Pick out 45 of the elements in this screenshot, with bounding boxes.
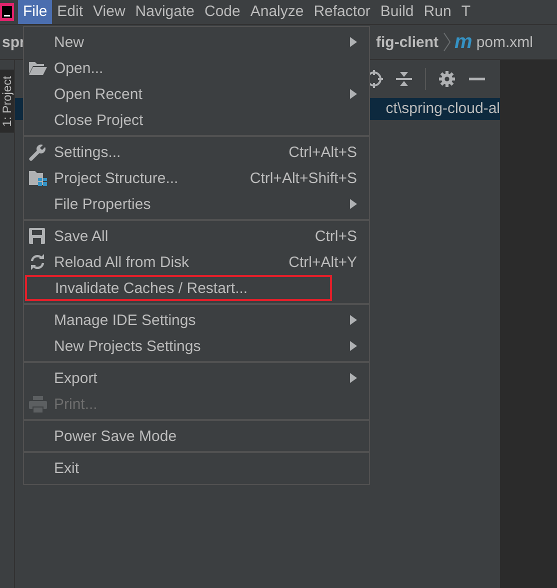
app-logo-icon[interactable] <box>0 3 14 21</box>
menu-bar-item[interactable]: Edit <box>52 0 88 24</box>
project-tool-tab[interactable]: 1: Project <box>0 70 14 133</box>
menu-item[interactable]: File Properties <box>24 191 369 217</box>
menu-item[interactable]: Close Project <box>24 107 369 133</box>
maven-file-icon: m <box>454 32 472 52</box>
menu-item[interactable]: Exit <box>24 455 369 481</box>
menu-item[interactable]: Manage IDE Settings <box>24 307 369 333</box>
menu-item[interactable]: Project Structure... Ctrl+Alt+Shift+S <box>24 165 369 191</box>
menu-bar-item[interactable]: Analyze <box>245 0 309 24</box>
submenu-arrow-icon <box>350 373 357 383</box>
settings-icon[interactable] <box>438 70 456 88</box>
submenu-arrow-icon <box>350 315 357 325</box>
breadcrumb-item[interactable]: pom.xml <box>476 34 533 50</box>
menu-item[interactable]: Open... <box>24 55 369 81</box>
folder-icon <box>29 61 47 75</box>
menu-bar-item[interactable]: Code <box>199 0 246 24</box>
menu-bar-item[interactable]: T <box>456 0 476 24</box>
submenu-arrow-icon <box>350 341 357 351</box>
menu-item[interactable]: Power Save Mode <box>24 423 369 449</box>
menu-item[interactable]: Export <box>24 365 369 391</box>
menu-item[interactable]: New Projects Settings <box>24 333 369 359</box>
menu-item[interactable]: Settings... Ctrl+Alt+S <box>24 139 369 165</box>
wrench-icon <box>29 144 46 160</box>
submenu-arrow-icon <box>350 89 357 99</box>
printer-icon <box>29 396 47 412</box>
folder-grid-icon <box>29 170 47 186</box>
menu-bar-item[interactable]: Run <box>418 0 456 24</box>
menu-item[interactable]: Reload All from Disk Ctrl+Alt+Y <box>24 249 369 275</box>
submenu-arrow-icon <box>350 199 357 209</box>
menu-item[interactable]: Open Recent <box>24 81 369 107</box>
menu-item[interactable]: New <box>24 29 369 55</box>
menu-bar-item[interactable]: Navigate <box>130 0 200 24</box>
menu-bar-item[interactable]: Build <box>375 0 419 24</box>
breadcrumb-item[interactable]: fig-client <box>376 34 439 50</box>
menu-item[interactable]: Save All Ctrl+S <box>24 223 369 249</box>
menu-item[interactable]: Invalidate Caches / Restart... <box>25 275 332 301</box>
menu-bar-item[interactable]: File <box>18 0 52 24</box>
reload-icon <box>29 254 46 270</box>
save-icon <box>29 228 45 244</box>
chevron-icon <box>442 32 451 52</box>
menu-bar-item[interactable]: Refactor <box>308 0 376 24</box>
submenu-arrow-icon <box>350 37 357 47</box>
menu-bar-item[interactable]: View <box>88 0 130 24</box>
collapse-icon[interactable] <box>395 70 413 88</box>
